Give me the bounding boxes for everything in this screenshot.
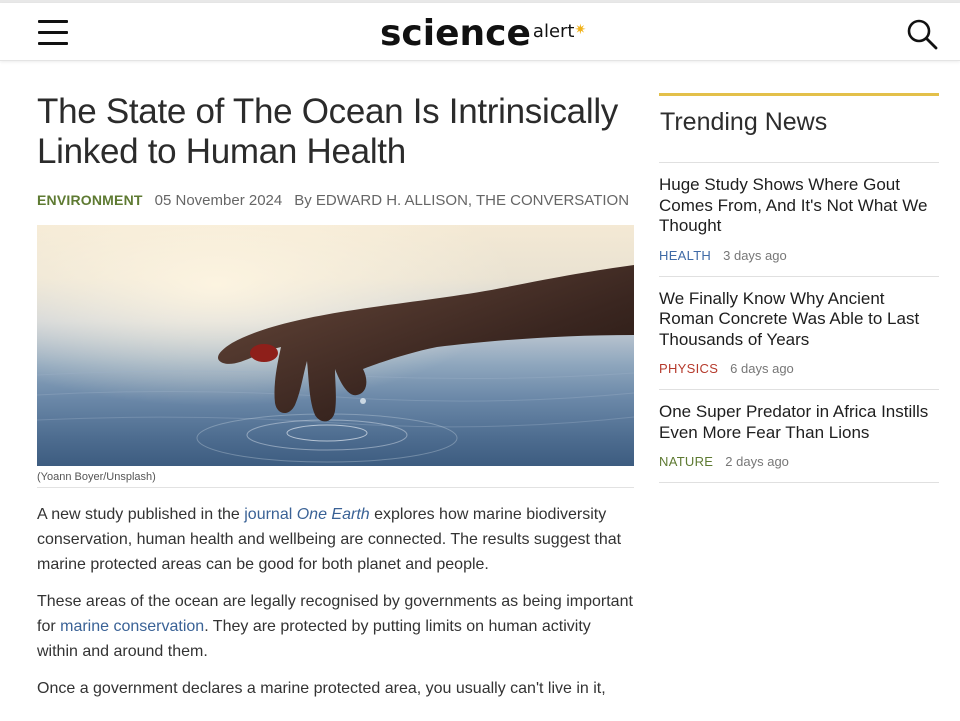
trending-item-meta: NATURE 2 days ago <box>659 454 939 469</box>
trending-item-meta: PHYSICS 6 days ago <box>659 361 939 376</box>
trending-item-title[interactable]: One Super Predator in Africa Instills Ev… <box>659 402 939 443</box>
article-body: A new study published in the journal One… <box>37 502 634 701</box>
site-header: science alert ✷ <box>0 3 960 61</box>
trending-item-time: 3 days ago <box>723 247 787 263</box>
trending-item-category[interactable]: PHYSICS <box>659 361 718 376</box>
trending-item-title[interactable]: We Finally Know Why Ancient Roman Concre… <box>659 289 939 351</box>
trending-item-meta: HEALTH 3 days ago <box>659 248 939 263</box>
logo-wordmark-science: science <box>380 13 531 54</box>
trending-item[interactable]: Huge Study Shows Where Gout Comes From, … <box>659 163 939 277</box>
article-title: The State of The Ocean Is Intrinsically … <box>37 92 618 171</box>
trending-item[interactable]: One Super Predator in Africa Instills Ev… <box>659 390 939 483</box>
trending-sidebar: Trending News Huge Study Shows Where Gou… <box>659 93 939 483</box>
article-byline: By EDWARD H. ALLISON, THE CONVERSATION <box>294 192 630 209</box>
trending-item-title[interactable]: Huge Study Shows Where Gout Comes From, … <box>659 175 939 237</box>
paragraph-2: These areas of the ocean are legally rec… <box>37 593 633 660</box>
hand-over-water-illustration <box>37 225 634 466</box>
image-caption: (Yoann Boyer/Unsplash) <box>37 471 634 488</box>
trending-item-category[interactable]: HEALTH <box>659 248 711 263</box>
paragraph-3: Once a government declares a marine prot… <box>37 680 606 697</box>
article: The State of The Ocean Is Intrinsically … <box>37 92 634 713</box>
hamburger-menu-icon[interactable] <box>38 20 68 46</box>
trending-item-time: 6 days ago <box>730 361 794 376</box>
article-meta: ENVIRONMENT 05 November 2024 By EDWARD H… <box>37 192 634 209</box>
paragraph-1: A new study published in the journal One… <box>37 506 622 573</box>
site-logo[interactable]: science alert ✷ <box>380 8 586 56</box>
trending-item[interactable]: We Finally Know Why Ancient Roman Concre… <box>659 277 939 390</box>
journal-link[interactable]: journal One Earth <box>244 506 369 523</box>
trending-item-category[interactable]: NATURE <box>659 454 713 469</box>
hero-image <box>37 225 634 466</box>
logo-wordmark-alert: alert <box>532 21 575 42</box>
search-icon[interactable] <box>906 18 938 50</box>
logo-star-icon: ✷ <box>574 21 587 37</box>
article-category-link[interactable]: ENVIRONMENT <box>37 192 143 208</box>
article-date: 05 November 2024 <box>154 192 283 209</box>
marine-conservation-link[interactable]: marine conservation <box>60 618 204 635</box>
trending-heading: Trending News <box>659 96 939 163</box>
trending-item-time: 2 days ago <box>725 454 789 469</box>
